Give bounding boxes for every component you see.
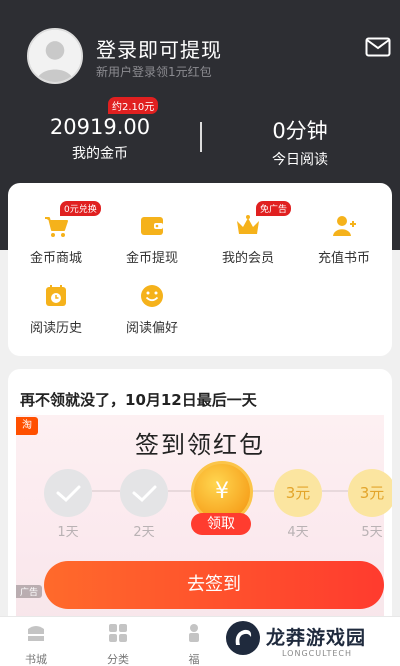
menu-badge-exchange: 0元兑换 bbox=[60, 201, 101, 216]
menu-label: 阅读历史 bbox=[29, 321, 82, 336]
menu-label: 金币商城 bbox=[29, 251, 82, 266]
watermark-subtitle: LONGCULTECH bbox=[282, 649, 352, 658]
crown-icon bbox=[237, 215, 259, 234]
day-label: 2天 bbox=[133, 525, 155, 540]
nav-item-bookstore[interactable]: 书城 bbox=[6, 623, 66, 666]
nav-item-welfare[interactable]: 福 bbox=[164, 623, 224, 666]
nav-item-category[interactable]: 分类 bbox=[88, 623, 148, 666]
calendar-clock-icon bbox=[46, 285, 66, 306]
coins-label: 我的金币 bbox=[72, 146, 128, 162]
smile-icon bbox=[141, 285, 163, 307]
menu-label: 充值书币 bbox=[317, 251, 370, 266]
reading-label: 今日阅读 bbox=[272, 152, 328, 168]
step-connector bbox=[252, 490, 274, 492]
site-watermark: 龙莽游戏园 LONGCULTECH bbox=[222, 617, 400, 663]
login-subtitle: 新用户登录领1元红包 bbox=[96, 65, 212, 79]
menu-item-membership[interactable]: 免广告 我的会员 bbox=[200, 199, 296, 269]
step-connector bbox=[322, 490, 348, 492]
claim-button[interactable]: 领取 bbox=[191, 513, 251, 535]
ad-title: 签到领红包 bbox=[135, 431, 265, 459]
nav-label: 书城 bbox=[25, 653, 47, 666]
menu-item-reading-preference[interactable]: 阅读偏好 bbox=[104, 269, 200, 339]
welfare-icon bbox=[189, 624, 199, 642]
status-bar bbox=[0, 0, 400, 22]
signin-step-day5: 3元 bbox=[348, 469, 392, 517]
feature-menu: 0元兑换 金币商城 金币提现 免广告 我的会员 充值书币 阅读历史 阅读偏好 bbox=[8, 183, 392, 356]
signin-card: 再不领就没了，10月12日最后一天 淘 签到领红包 ¥ 领取 3元 3元 1天 … bbox=[8, 369, 392, 629]
menu-label: 阅读偏好 bbox=[125, 321, 178, 336]
day-label: 4天 bbox=[287, 525, 309, 540]
menu-item-recharge[interactable]: 充值书币 bbox=[296, 199, 392, 269]
ad-label: 广告 bbox=[16, 585, 43, 598]
default-avatar-icon bbox=[29, 30, 81, 82]
add-user-icon bbox=[333, 216, 356, 236]
reading-value: 0分钟 bbox=[272, 119, 328, 143]
menu-label: 我的会员 bbox=[221, 251, 274, 266]
menu-item-coin-withdraw[interactable]: 金币提现 bbox=[104, 199, 200, 269]
my-coins-stat[interactable]: 20919.00 我的金币 bbox=[0, 98, 200, 163]
login-title[interactable]: 登录即可提现 bbox=[96, 34, 222, 63]
signin-ad-banner[interactable]: 淘 签到领红包 ¥ 领取 3元 3元 1天 2天 4天 5天 去签到 广告 bbox=[16, 415, 392, 629]
check-icon bbox=[132, 485, 157, 503]
day-label: 1天 bbox=[57, 525, 79, 540]
bookstore-icon bbox=[28, 626, 44, 641]
today-reading-stat[interactable]: 0分钟 今日阅读 bbox=[200, 98, 400, 169]
avatar[interactable] bbox=[27, 28, 83, 84]
check-icon bbox=[56, 485, 81, 503]
nav-label: 分类 bbox=[107, 653, 129, 666]
watermark-title: 龙莽游戏园 bbox=[266, 627, 367, 649]
nav-label: 福 bbox=[188, 653, 200, 666]
coins-value: 20919.00 bbox=[49, 115, 151, 139]
day-label: 5天 bbox=[361, 525, 383, 540]
signin-step-day4: 3元 bbox=[274, 469, 322, 517]
menu-item-coin-mall[interactable]: 0元兑换 金币商城 bbox=[8, 199, 104, 269]
cart-icon bbox=[45, 217, 68, 237]
signin-headline: 再不领就没了，10月12日最后一天 bbox=[20, 391, 257, 409]
menu-badge-no-ads: 免广告 bbox=[256, 201, 292, 216]
signin-step-day2 bbox=[120, 469, 168, 517]
mail-icon[interactable] bbox=[365, 37, 391, 57]
menu-label: 金币提现 bbox=[125, 251, 178, 266]
wallet-icon bbox=[141, 217, 163, 235]
go-signin-button[interactable]: 去签到 bbox=[44, 561, 384, 609]
signin-step-day1 bbox=[44, 469, 92, 517]
step-connector bbox=[92, 490, 120, 492]
watermark-logo-icon bbox=[226, 621, 260, 655]
category-icon bbox=[109, 624, 127, 642]
menu-item-reading-history[interactable]: 阅读历史 bbox=[8, 269, 104, 339]
